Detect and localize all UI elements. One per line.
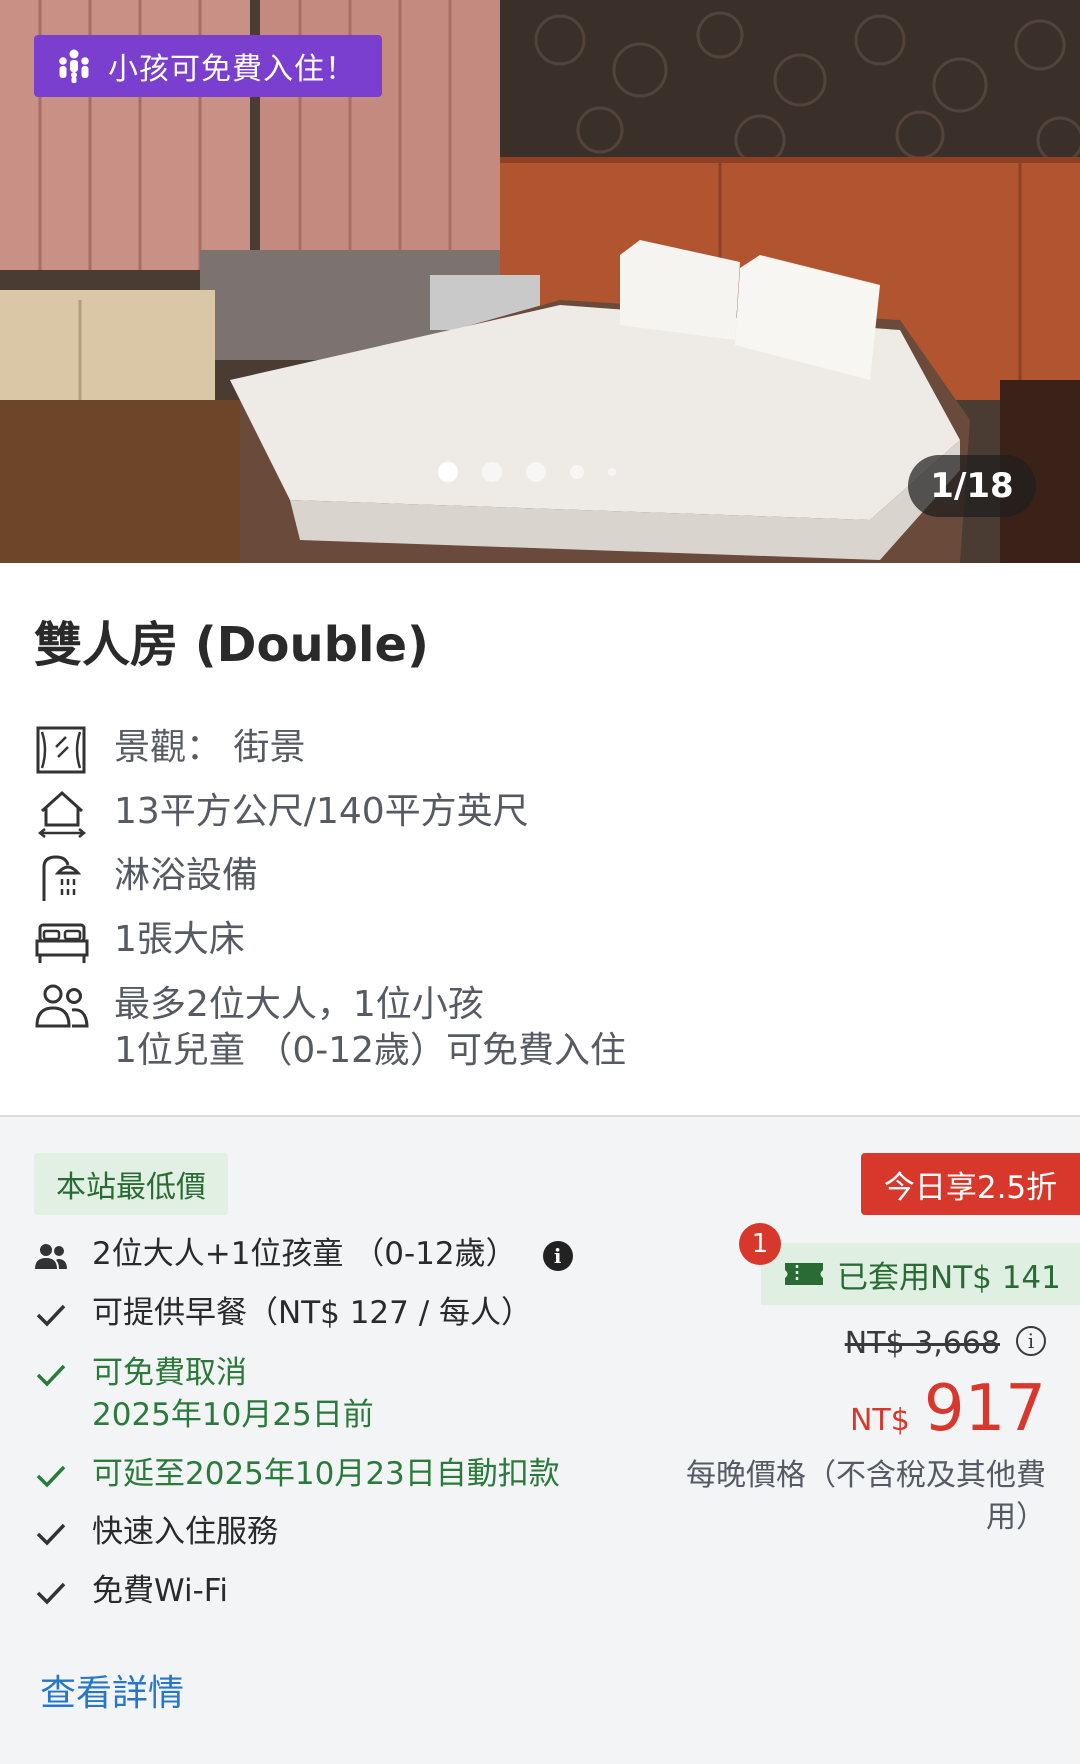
wifi-text: 免費Wi-Fi <box>92 1573 228 1609</box>
pay-later-row: 可延至2025年10月23日自動扣款 <box>34 1453 560 1495</box>
feature-view-text: 景觀： 街景 <box>114 727 306 768</box>
feature-occupancy-max: 最多2位大人，1位小孩 <box>114 984 484 1025</box>
original-price: NT$ 3,668 <box>844 1326 1000 1361</box>
carousel-dot[interactable] <box>438 462 458 482</box>
people-icon <box>35 984 89 1028</box>
wifi-row: 免費Wi-Fi <box>34 1570 228 1612</box>
current-price: NT$ 917 <box>850 1372 1046 1446</box>
occupancy-row: 2位大人+1位孩童 （0-12歲） i <box>34 1233 573 1275</box>
free-cancel-text: 可免費取消 <box>92 1355 247 1391</box>
breakfast-row: 可提供早餐（NT$ 127 / 每人） <box>34 1292 532 1334</box>
check-icon <box>36 1364 66 1387</box>
free-cancel-date: 2025年10月25日前 <box>92 1397 374 1433</box>
check-icon <box>36 1304 66 1327</box>
photo-counter: 1/18 <box>908 455 1036 517</box>
lowest-price-badge: 本站最低價 <box>34 1153 228 1215</box>
room-photo-carousel[interactable]: 小孩可免費入住！ 1/18 <box>0 0 1080 563</box>
feature-size: 13平方公尺/140平方英尺 <box>34 789 529 839</box>
check-icon <box>36 1582 66 1605</box>
discount-badge: 今日享2.5折 <box>861 1153 1080 1215</box>
feature-shower-text: 淋浴設備 <box>114 855 259 896</box>
carousel-dots <box>438 462 640 482</box>
people-filled-icon <box>35 1244 67 1269</box>
check-icon <box>36 1465 66 1488</box>
price-currency: NT$ <box>849 1403 910 1438</box>
bed-icon <box>35 923 89 963</box>
kids-stay-free-badge: 小孩可免費入住！ <box>34 35 382 97</box>
carousel-dot[interactable] <box>570 465 584 479</box>
price-note: 每晚價格（不含稅及其他費用） <box>686 1458 1046 1535</box>
room-title: 雙人房 (Double) <box>34 617 429 673</box>
coupon-icon <box>785 1263 823 1285</box>
express-checkin-text: 快速入住服務 <box>92 1514 278 1550</box>
breakfast-text: 可提供早餐（NT$ 127 / 每人） <box>92 1295 533 1331</box>
feature-shower: 淋浴設備 <box>34 853 258 903</box>
price-amount: 917 <box>923 1372 1046 1446</box>
coupon-applied-text: 已套用NT$ 141 <box>837 1259 1061 1296</box>
coupon-count-badge: 1 <box>739 1223 781 1265</box>
carousel-dot[interactable] <box>526 462 546 482</box>
room-size-icon <box>37 790 87 838</box>
carousel-dot[interactable] <box>482 462 502 482</box>
feature-occupancy-kids: 1位兒童 （0-12歲）可免費入住 <box>114 1030 627 1071</box>
coupon-applied-badge[interactable]: 已套用NT$ 141 <box>761 1243 1080 1305</box>
feature-bed-text: 1張大床 <box>114 919 245 960</box>
feature-occupancy: 最多2位大人，1位小孩 1位兒童 （0-12歲）可免費入住 <box>34 982 626 1074</box>
check-icon <box>36 1523 66 1546</box>
pay-later-text: 可延至2025年10月23日自動扣款 <box>92 1456 560 1492</box>
info-icon[interactable]: i <box>542 1240 573 1271</box>
view-details-link[interactable]: 查看詳情 <box>40 1664 184 1716</box>
express-checkin-row: 快速入住服務 <box>34 1511 278 1553</box>
family-icon <box>59 49 89 83</box>
kids-badge-label: 小孩可免費入住！ <box>108 52 356 87</box>
occupancy-text: 2位大人+1位孩童 （0-12歲） <box>92 1236 517 1272</box>
free-cancel-row: 可免費取消 2025年10月25日前 <box>34 1352 374 1436</box>
window-view-icon <box>36 726 86 774</box>
feature-bed: 1張大床 <box>34 917 245 967</box>
original-price-info-icon[interactable]: i <box>1016 1326 1046 1356</box>
feature-size-text: 13平方公尺/140平方英尺 <box>114 791 529 832</box>
shower-icon <box>42 855 82 901</box>
carousel-dot[interactable] <box>608 468 616 476</box>
feature-view: 景觀： 街景 <box>34 725 305 775</box>
